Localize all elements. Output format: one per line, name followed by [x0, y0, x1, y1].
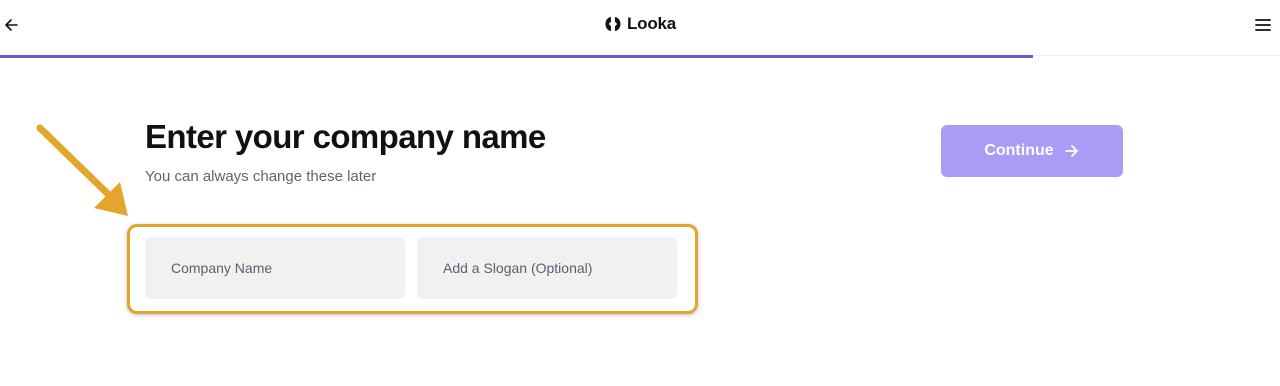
- brand-logo[interactable]: Looka: [604, 14, 676, 34]
- looka-logo-icon: [605, 17, 621, 31]
- annotation-arrow-icon: [36, 124, 128, 216]
- progress-bar-fill: [0, 55, 1033, 58]
- company-name-input[interactable]: [145, 237, 405, 299]
- continue-button[interactable]: Continue: [941, 125, 1123, 177]
- back-button[interactable]: [0, 14, 22, 36]
- slogan-input[interactable]: [417, 237, 677, 299]
- page-title: Enter your company name: [145, 118, 546, 155]
- menu-button[interactable]: [1252, 15, 1274, 35]
- arrow-right-icon: [1064, 145, 1078, 157]
- top-bar: Looka: [0, 0, 1280, 58]
- arrow-left-icon: [5, 19, 18, 31]
- progress-bar: [0, 55, 1280, 58]
- page: Looka Enter your company name You can al…: [0, 0, 1280, 386]
- continue-button-label: Continue: [984, 142, 1054, 159]
- brand-name: Looka: [626, 14, 677, 33]
- page-subtitle: You can always change these later: [145, 168, 377, 185]
- hamburger-menu-icon: [1255, 19, 1271, 31]
